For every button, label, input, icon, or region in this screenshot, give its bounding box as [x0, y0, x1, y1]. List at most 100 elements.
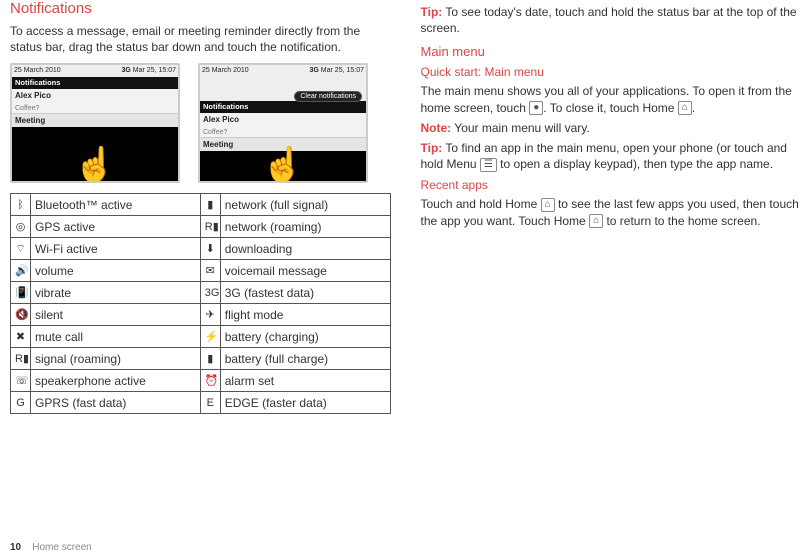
- status-label: network (full signal): [220, 194, 390, 216]
- status-icon: ☏: [11, 370, 31, 392]
- main-menu-intro: The main menu shows you all of your appl…: [421, 83, 802, 115]
- p1-notifications-bar: Notifications: [12, 77, 178, 89]
- p1-contact-name: Alex Pico: [15, 91, 51, 100]
- p1-sub-text: Coffee?: [15, 105, 39, 112]
- status-icon: ✉: [200, 260, 220, 282]
- note-text: Your main menu will vary.: [451, 121, 590, 135]
- status-label: signal (roaming): [31, 348, 201, 370]
- menu-icon: ☰: [480, 158, 497, 172]
- p2-notifications-bar: Notifications: [200, 101, 366, 113]
- p2-sub-text: Coffee?: [203, 129, 227, 136]
- footer-label: Home screen: [32, 542, 91, 553]
- status-icon: R▮: [11, 348, 31, 370]
- p1-net: 3G: [122, 67, 131, 74]
- status-label: alarm set: [220, 370, 390, 392]
- p1-meeting-row: Meeting: [12, 113, 178, 127]
- note-line: Note: Your main menu will vary.: [421, 120, 802, 136]
- p1-status-time: Mar 25, 15:07: [133, 67, 176, 74]
- status-label: voicemail message: [220, 260, 390, 282]
- status-icon: 🔊: [11, 260, 31, 282]
- status-label: mute call: [31, 326, 201, 348]
- status-icon: E: [200, 392, 220, 414]
- recent-apps-heading: Recent apps: [421, 178, 802, 192]
- status-label: vibrate: [31, 282, 201, 304]
- note-label: Note:: [421, 121, 452, 135]
- status-label: downloading: [220, 238, 390, 260]
- tip-label: Tip:: [421, 5, 443, 19]
- table-row: R▮signal (roaming)▮battery (full charge): [11, 348, 391, 370]
- left-column: Notifications To access a message, email…: [10, 0, 395, 557]
- status-label: network (roaming): [220, 216, 390, 238]
- phone-screenshot-1: 25 March 2010 3G Mar 25, 15:07 Notificat…: [10, 63, 180, 183]
- home-icon: ⌂: [678, 101, 692, 115]
- status-icon: R▮: [200, 216, 220, 238]
- status-icon: ᛒ: [11, 194, 31, 216]
- status-icon: 📳: [11, 282, 31, 304]
- status-icon: ⌔: [11, 238, 31, 260]
- p2-status-date: 25 March 2010: [202, 65, 249, 77]
- notifications-intro: To access a message, email or meeting re…: [10, 23, 391, 55]
- hand-icon-2: ☝: [262, 145, 304, 183]
- table-row: 🔇silent✈flight mode: [11, 304, 391, 326]
- status-icon: ▮: [200, 194, 220, 216]
- clear-notifications-button[interactable]: Clear notifications: [294, 91, 362, 102]
- recent-text-a: Touch and hold Home: [421, 197, 541, 211]
- table-row: 🔊volume✉voicemail message: [11, 260, 391, 282]
- phone-screenshot-2: 25 March 2010 3G Mar 25, 15:07 Clear not…: [198, 63, 368, 183]
- p2-contact-row: Alex Pico: [200, 113, 366, 127]
- status-icon: ▮: [200, 348, 220, 370]
- tip-date: Tip: To see today's date, touch and hold…: [421, 4, 802, 36]
- table-row: ᛒBluetooth™ active▮network (full signal): [11, 194, 391, 216]
- recent-text-c: to return to the home screen.: [603, 214, 760, 228]
- status-label: GPS active: [31, 216, 201, 238]
- status-label: battery (full charge): [220, 348, 390, 370]
- status-icons-table: ᛒBluetooth™ active▮network (full signal)…: [10, 193, 391, 414]
- status-icons-tbody: ᛒBluetooth™ active▮network (full signal)…: [11, 194, 391, 414]
- status-icon: ⏰: [200, 370, 220, 392]
- status-icon: 3G: [200, 282, 220, 304]
- tip2-text-b: to open a display keypad), then type the…: [497, 157, 773, 171]
- status-icon: ✖: [11, 326, 31, 348]
- main-menu-heading: Main menu: [421, 44, 802, 59]
- hand-icon: ☝: [74, 145, 116, 183]
- home-icon-2: ⌂: [541, 198, 555, 212]
- status-label: flight mode: [220, 304, 390, 326]
- status-label: Wi-Fi active: [31, 238, 201, 260]
- status-label: battery (charging): [220, 326, 390, 348]
- mm-text-c: .: [692, 101, 695, 115]
- mm-text-b: . To close it, touch Home: [543, 101, 678, 115]
- status-icon: G: [11, 392, 31, 414]
- p1-status-bar: 25 March 2010 3G Mar 25, 15:07: [12, 65, 178, 77]
- status-icon: 🔇: [11, 304, 31, 326]
- notifications-heading: Notifications: [10, 0, 391, 17]
- menu-dot-icon: ●: [529, 101, 543, 115]
- tip-find-app: Tip: To find an app in the main menu, op…: [421, 140, 802, 172]
- page-footer: 10 Home screen: [10, 542, 92, 553]
- status-label: EDGE (faster data): [220, 392, 390, 414]
- p1-contact-row: Alex Pico: [12, 89, 178, 103]
- table-row: 📳vibrate3G3G (fastest data): [11, 282, 391, 304]
- right-column: Tip: To see today's date, touch and hold…: [421, 0, 802, 557]
- p1-contact-sub: Coffee?: [12, 103, 178, 113]
- p2-status-time: Mar 25, 15:07: [321, 67, 364, 74]
- table-row: ✖mute call⚡battery (charging): [11, 326, 391, 348]
- home-icon-3: ⌂: [589, 214, 603, 228]
- table-row: GGPRS (fast data)EEDGE (faster data): [11, 392, 391, 414]
- p2-status-bar: 25 March 2010 3G Mar 25, 15:07: [200, 65, 366, 77]
- status-label: 3G (fastest data): [220, 282, 390, 304]
- tip2-label: Tip:: [421, 141, 443, 155]
- table-row: ◎GPS activeR▮network (roaming): [11, 216, 391, 238]
- status-icon: ⚡: [200, 326, 220, 348]
- table-row: ☏speakerphone active⏰alarm set: [11, 370, 391, 392]
- recent-apps-text: Touch and hold Home ⌂ to see the last fe…: [421, 196, 802, 228]
- p1-status-date: 25 March 2010: [14, 65, 61, 77]
- table-row: ⌔Wi-Fi active⬇downloading: [11, 238, 391, 260]
- status-label: Bluetooth™ active: [31, 194, 201, 216]
- p2-net: 3G: [310, 67, 319, 74]
- p2-contact-name: Alex Pico: [203, 115, 239, 124]
- status-label: GPRS (fast data): [31, 392, 201, 414]
- status-icon: ✈: [200, 304, 220, 326]
- tip-date-text: To see today's date, touch and hold the …: [421, 5, 797, 35]
- page-number: 10: [10, 542, 21, 553]
- p2-clear-area: Clear notifications: [200, 77, 366, 101]
